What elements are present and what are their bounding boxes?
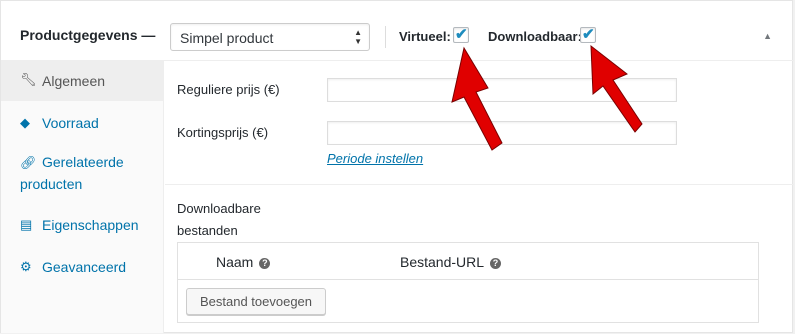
downloadable-label: Downloadbaar: [488, 29, 582, 44]
product-type-select[interactable]: Simpel product ▲ ▼ [170, 23, 370, 51]
section-divider [165, 184, 794, 185]
product-data-tabs: 🔧︎ Algemeen ◆ Voorraad 🔗︎ Gerelateerde p… [1, 61, 164, 333]
link-icon: 🔗︎ [20, 155, 37, 170]
tab-inventory[interactable]: ◆ Voorraad [1, 115, 163, 135]
checkmark-icon: ✔ [455, 26, 468, 43]
gear-icon: ⚙ [20, 259, 32, 274]
downloadable-files-label-line2: bestanden [177, 223, 238, 238]
column-name: Naam? [216, 254, 271, 270]
regular-price-label: Reguliere prijs (€) [177, 82, 280, 97]
wrench-icon: 🔧︎ [20, 72, 37, 87]
product-data-panel: Productgegevens — Simpel product ▲ ▼ Virt… [0, 0, 794, 333]
tab-attributes[interactable]: ▤ Eigenschappen [1, 217, 163, 237]
tab-label-line2: producten [20, 176, 83, 192]
panel-header: Productgegevens — Simpel product ▲ ▼ Virt… [1, 1, 794, 61]
annotation-arrow-virtual [451, 46, 503, 151]
tab-label: Geavanceerd [42, 259, 127, 275]
virtual-checkbox[interactable]: ✔ [453, 26, 469, 43]
virtual-label: Virtueel: [399, 29, 451, 44]
tab-general[interactable]: 🔧︎ Algemeen [1, 61, 163, 101]
table-icon: ▤ [20, 217, 33, 232]
tab-advanced[interactable]: ⚙ Geavanceerd [1, 259, 163, 279]
tab-linked-products[interactable]: 🔗︎ Gerelateerde producten [1, 154, 163, 196]
sale-price-label: Kortingsprijs (€) [177, 125, 269, 140]
tag-icon: ◆ [20, 115, 30, 130]
tab-label: Eigenschappen [42, 217, 139, 233]
column-name-label: Naam [216, 254, 254, 270]
tab-label-line1: Gerelateerde [42, 154, 124, 170]
annotation-arrow-downloadable [590, 44, 643, 133]
checkmark-icon: ✔ [582, 26, 595, 43]
header-separator [385, 26, 386, 48]
downloadable-files-table: Naam? Bestand-URL? Bestand toevoegen [177, 242, 759, 323]
help-icon[interactable]: ? [490, 258, 502, 269]
panel-title: Productgegevens — [20, 27, 156, 43]
tab-label: Voorraad [42, 115, 99, 131]
help-icon[interactable]: ? [259, 258, 271, 269]
downloadable-files-label-line1: Downloadbare [177, 201, 261, 216]
schedule-sale-link[interactable]: Periode instellen [327, 151, 423, 166]
tab-label: Algemeen [42, 73, 106, 89]
collapse-toggle-icon[interactable]: ▲ [763, 31, 772, 41]
select-arrows-icon: ▲ ▼ [354, 28, 362, 46]
column-file-url-label: Bestand-URL [400, 254, 485, 270]
column-file-url: Bestand-URL? [400, 254, 502, 270]
table-header: Naam? Bestand-URL? [178, 243, 758, 280]
product-type-value: Simpel product [180, 30, 274, 46]
downloadable-checkbox[interactable]: ✔ [580, 26, 596, 43]
add-file-button[interactable]: Bestand toevoegen [186, 288, 326, 315]
